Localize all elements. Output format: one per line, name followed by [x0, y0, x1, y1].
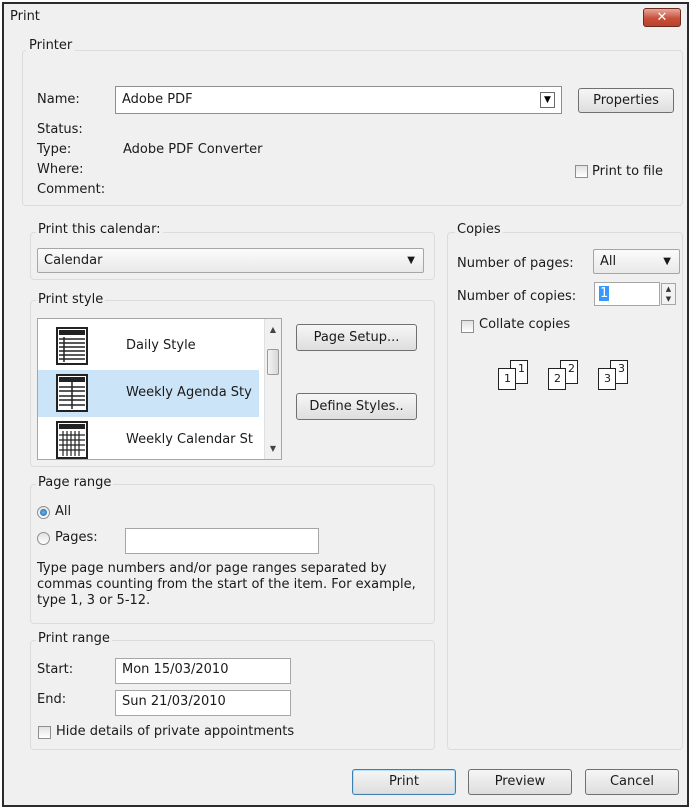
end-label: End: — [37, 692, 67, 707]
list-item[interactable]: Weekly Agenda Sty — [38, 370, 259, 417]
type-value: Adobe PDF Converter — [123, 142, 263, 157]
close-icon: ✕ — [656, 10, 668, 25]
collate-checkbox[interactable] — [461, 320, 474, 333]
printer-group — [22, 50, 683, 206]
type-label: Type: — [37, 142, 72, 157]
print-dialog: Print ✕ Printer Name: Adobe PDF ▼ Proper… — [2, 2, 689, 807]
cancel-button[interactable]: Cancel — [585, 769, 679, 795]
print-range-label: Print range — [36, 631, 112, 646]
daily-style-icon — [56, 327, 88, 365]
copies-group — [447, 232, 683, 750]
list-item[interactable]: Weekly Calendar St — [38, 417, 259, 459]
print-this-calendar-label: Print this calendar: — [36, 222, 163, 237]
print-to-file-label[interactable]: Print to file — [592, 164, 663, 179]
copy-page-front: 2 — [548, 368, 566, 390]
collate-preview: 1 1 2 2 3 3 — [498, 352, 648, 402]
list-item[interactable]: Daily Style — [38, 323, 259, 370]
calendar-select-value: Calendar — [44, 253, 103, 268]
printer-name-label: Name: — [37, 92, 80, 107]
define-styles-button[interactable]: Define Styles.. — [296, 393, 417, 420]
number-of-pages-label: Number of pages: — [457, 256, 574, 271]
page-range-pages-radio[interactable] — [37, 532, 50, 545]
chevron-down-icon: ▼ — [407, 255, 415, 266]
style-name: Daily Style — [126, 338, 196, 353]
style-list-scrollbar[interactable]: ▲ ▼ — [264, 319, 281, 459]
chevron-down-icon[interactable]: ▼ — [540, 92, 555, 108]
style-name: Weekly Agenda Sty — [126, 385, 252, 400]
number-of-copies-value: 1 — [599, 286, 610, 301]
start-label: Start: — [37, 662, 74, 677]
page-range-label: Page range — [36, 475, 114, 490]
page-range-help-text: Type page numbers and/or page ranges sep… — [37, 561, 416, 608]
end-date-input[interactable]: Sun 21/03/2010 — [115, 690, 291, 716]
printer-name-combobox[interactable]: Adobe PDF ▼ — [115, 86, 562, 114]
comment-label: Comment: — [37, 182, 106, 197]
printer-name-value: Adobe PDF — [122, 92, 193, 107]
printer-group-label: Printer — [26, 38, 76, 53]
hide-private-label[interactable]: Hide details of private appointments — [56, 724, 294, 739]
preview-button[interactable]: Preview — [468, 769, 572, 795]
copies-spinner[interactable]: ▲ ▼ — [661, 283, 676, 305]
style-name: Weekly Calendar St — [126, 432, 253, 447]
number-of-copies-input[interactable]: 1 — [594, 282, 660, 306]
spin-down-icon[interactable]: ▼ — [662, 294, 675, 304]
number-of-copies-label: Number of copies: — [457, 289, 577, 304]
spin-up-icon[interactable]: ▲ — [662, 284, 675, 294]
where-label: Where: — [37, 162, 84, 177]
page-range-all-radio[interactable] — [37, 506, 50, 519]
number-of-pages-select[interactable]: All ▼ — [593, 249, 680, 274]
close-button[interactable]: ✕ — [643, 8, 681, 27]
copy-page-front: 3 — [598, 368, 616, 390]
pages-input[interactable] — [125, 528, 319, 554]
calendar-select[interactable]: Calendar ▼ — [37, 248, 424, 273]
page-range-pages-label[interactable]: Pages: — [55, 530, 98, 545]
scroll-thumb[interactable] — [267, 349, 279, 375]
print-to-file-checkbox[interactable] — [575, 165, 588, 178]
page-setup-button[interactable]: Page Setup... — [296, 324, 417, 351]
weekly-calendar-style-icon — [56, 421, 88, 459]
collate-label[interactable]: Collate copies — [479, 317, 570, 332]
hide-private-checkbox[interactable] — [38, 726, 51, 739]
dialog-title: Print — [10, 9, 40, 24]
scroll-down-icon[interactable]: ▼ — [265, 440, 281, 457]
start-date-input[interactable]: Mon 15/03/2010 — [115, 658, 291, 684]
status-label: Status: — [37, 122, 83, 137]
weekly-agenda-style-icon — [56, 374, 88, 412]
title-bar[interactable]: Print ✕ — [4, 4, 687, 30]
chevron-down-icon: ▼ — [663, 256, 671, 267]
copies-label: Copies — [455, 222, 503, 237]
properties-button[interactable]: Properties — [578, 88, 674, 113]
number-of-pages-value: All — [600, 254, 617, 269]
copy-page-front: 1 — [498, 368, 516, 390]
page-range-all-label[interactable]: All — [55, 504, 71, 519]
scroll-up-icon[interactable]: ▲ — [265, 321, 281, 338]
print-style-list[interactable]: Daily Style Weekly Agenda Sty Weekly Cal… — [37, 318, 282, 460]
print-style-label: Print style — [36, 292, 106, 307]
print-button[interactable]: Print — [352, 769, 456, 795]
